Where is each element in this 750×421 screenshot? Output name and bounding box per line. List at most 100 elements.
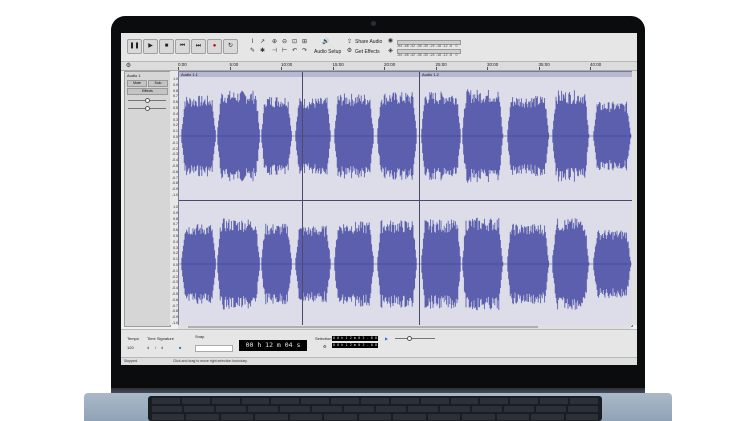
pan-slider-knob[interactable] bbox=[145, 106, 150, 111]
meter-tick: 0 bbox=[455, 53, 458, 57]
clip-boundary bbox=[419, 72, 420, 326]
ruler-tick-4: 20:00 bbox=[384, 62, 396, 67]
snap-dropdown[interactable] bbox=[195, 345, 233, 352]
ruler-settings-icon[interactable]: ⚙ bbox=[125, 63, 132, 69]
skip-start-button[interactable]: ⏮ bbox=[175, 39, 190, 54]
ruler-tick-line bbox=[178, 67, 179, 70]
waveform-graphic bbox=[179, 89, 632, 311]
meter-tick: -12 bbox=[442, 53, 448, 57]
mute-button[interactable]: Mute bbox=[127, 80, 147, 87]
track-control-panel[interactable]: Audio 1 Mute Solo Effects bbox=[124, 71, 171, 327]
speed-slider-knob[interactable] bbox=[407, 336, 412, 341]
vertical-scrollbar[interactable] bbox=[632, 71, 637, 325]
loop-button[interactable]: ↻ bbox=[223, 39, 238, 54]
get-effects-button[interactable]: Get Effects bbox=[355, 49, 380, 55]
snap-checkbox[interactable]: ■ bbox=[179, 345, 181, 350]
ruler-tick-line bbox=[281, 67, 282, 70]
play-button[interactable]: ▶ bbox=[143, 39, 158, 54]
skip-end-button[interactable]: ⏭ bbox=[191, 39, 206, 54]
selection-tool-icon[interactable]: I bbox=[249, 39, 256, 45]
slash-icon: / bbox=[155, 345, 157, 350]
selection-label: Selection bbox=[315, 336, 332, 341]
snap-label: Snap bbox=[195, 334, 205, 339]
meter-tick: -36 bbox=[416, 44, 422, 48]
fit-selection-icon[interactable]: ⊡ bbox=[291, 39, 298, 45]
meter-tick: -48 bbox=[403, 44, 409, 48]
ruler-tick-3: 15:00 bbox=[332, 62, 344, 67]
bottom-toolbar: Tempo 120 Time Signature 4 / 4 ■ Snap 00… bbox=[121, 329, 637, 358]
meter-tick: -6 bbox=[449, 53, 453, 57]
draw-tool-icon[interactable]: ✎ bbox=[249, 48, 256, 54]
envelope-tool-icon[interactable]: ↗ bbox=[259, 39, 266, 45]
waveform-area[interactable]: Audio 1.1 Audio 1.2 bbox=[178, 71, 633, 327]
track-name[interactable]: Audio 1 bbox=[127, 73, 141, 78]
meter-tick: -30 bbox=[423, 53, 429, 57]
ruler-tick-line bbox=[487, 67, 488, 70]
silence-icon[interactable]: ⊢ bbox=[281, 48, 288, 54]
multi-tool-icon[interactable]: ✱ bbox=[259, 48, 266, 54]
selection-start[interactable]: 0 0 h 1 2 m 0 3 . 8 8 1 s bbox=[332, 336, 378, 345]
meter-tick: -18 bbox=[436, 44, 442, 48]
toolbar: ❚❚ ▶ ■ ⏮ ⏭ ● ↻ I ↗ ✎ ✱ ⊕ ⊖ ⊡ ⊞ ⊣ ⊢ ↶ ↷ 🔊… bbox=[121, 33, 637, 62]
time-signature-numerator[interactable]: 4 bbox=[147, 345, 149, 350]
meter-tick: -48 bbox=[403, 53, 409, 57]
playback-meter-icon: ◈ bbox=[388, 48, 393, 54]
meter-tick: -42 bbox=[410, 53, 416, 57]
meter-tick: -30 bbox=[423, 44, 429, 48]
time-signature-denominator[interactable]: 4 bbox=[161, 345, 163, 350]
meter-tick: -12 bbox=[442, 44, 448, 48]
undo-icon[interactable]: ↶ bbox=[291, 48, 298, 54]
ruler-tick-0: 0:00 bbox=[178, 62, 187, 67]
ruler-tick-5: 25:00 bbox=[435, 62, 447, 67]
app-window: ❚❚ ▶ ■ ⏮ ⏭ ● ↻ I ↗ ✎ ✱ ⊕ ⊖ ⊡ ⊞ ⊣ ⊢ ↶ ↷ 🔊… bbox=[121, 33, 637, 365]
meter-tick: -24 bbox=[429, 53, 435, 57]
playhead-line[interactable] bbox=[302, 72, 303, 326]
gain-slider-knob[interactable] bbox=[145, 98, 150, 103]
time-display[interactable]: 00 h 12 m 04 s bbox=[239, 340, 307, 351]
tempo-label: Tempo bbox=[127, 336, 140, 341]
meter-tick: -36 bbox=[416, 53, 422, 57]
meter-tick: -54 bbox=[397, 44, 403, 48]
record-button[interactable]: ● bbox=[207, 39, 222, 54]
fit-project-icon[interactable]: ⊞ bbox=[301, 39, 308, 45]
camera-icon bbox=[371, 21, 376, 26]
keyboard bbox=[148, 396, 602, 421]
status-state: Stopped. bbox=[124, 359, 139, 363]
play-at-speed-icon[interactable]: ▶ bbox=[385, 336, 388, 341]
audio-setup-button[interactable]: Audio Setup bbox=[314, 49, 341, 55]
solo-button[interactable]: Solo bbox=[148, 80, 168, 87]
amplitude-scale: 1.0 0.9 0.8 0.7 0.6 0.5 0.4 0.3 0.2 0.1 0.0 -0.1 -0.… bbox=[170, 71, 178, 325]
meter-tick: -42 bbox=[410, 44, 416, 48]
trim-icon[interactable]: ⊣ bbox=[271, 48, 278, 54]
speaker-icon[interactable]: 🔊 bbox=[321, 39, 331, 45]
meter-tick: -54 bbox=[397, 53, 403, 57]
redo-icon[interactable]: ↷ bbox=[301, 48, 308, 54]
zoom-out-icon[interactable]: ⊖ bbox=[281, 39, 288, 45]
ruler-tick-line bbox=[435, 67, 437, 70]
ruler-tick-2: 10:00 bbox=[281, 62, 293, 67]
status-hint: Click and drag to move right selection b… bbox=[173, 359, 248, 363]
meter-tick: -6 bbox=[449, 44, 453, 48]
pause-button[interactable]: ❚❚ bbox=[127, 39, 142, 54]
stop-button[interactable]: ■ bbox=[159, 39, 174, 54]
selection-settings-icon[interactable]: ⚙ bbox=[323, 344, 327, 349]
share-icon: ⇪ bbox=[346, 39, 353, 45]
meter-tick: -18 bbox=[436, 53, 442, 57]
ruler-tick-line bbox=[229, 67, 231, 70]
speed-slider[interactable] bbox=[395, 338, 435, 339]
tempo-field[interactable]: 120 bbox=[127, 345, 134, 350]
zoom-in-icon[interactable]: ⊕ bbox=[271, 39, 278, 45]
timeline-ruler[interactable]: ⚙ 0:00 5:00 10:00 15:00 20:00 25:00 30:00 35:00… bbox=[121, 62, 637, 71]
ruler-tick-line bbox=[332, 67, 334, 70]
meter-tick: -24 bbox=[429, 44, 435, 48]
ruler-tick-1: 5:00 bbox=[229, 62, 239, 67]
share-audio-button[interactable]: Share Audio bbox=[355, 39, 382, 45]
effects-icon: ⚙ bbox=[346, 48, 353, 54]
meter-tick: 0 bbox=[455, 44, 458, 48]
scroll-thumb[interactable] bbox=[188, 326, 538, 328]
ruler-tick-line bbox=[384, 67, 385, 70]
effects-button[interactable]: Effects bbox=[127, 88, 168, 95]
selection-end[interactable]: 0 0 h 1 2 m 0 3 . 8 8 1 s bbox=[332, 343, 378, 352]
ruler-tick-8: 40:00 bbox=[590, 62, 602, 67]
ruler-tick-7: 35:00 bbox=[538, 62, 550, 67]
